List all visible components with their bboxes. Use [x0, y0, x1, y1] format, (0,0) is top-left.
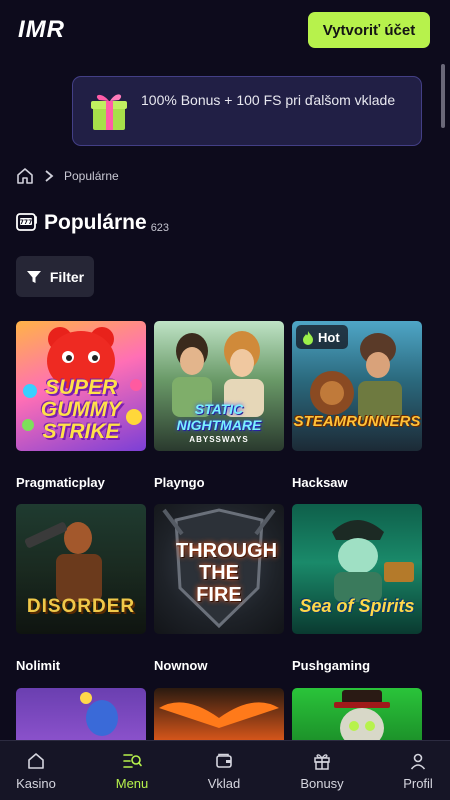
genie-art [80, 692, 118, 736]
hot-badge: Hot [296, 325, 348, 349]
hot-label: Hot [318, 329, 340, 345]
menu-search-icon [123, 753, 142, 768]
game-title: DISORDER [26, 596, 136, 617]
nav-label: Kasino [16, 775, 56, 791]
game-tile-through-the-fire[interactable]: THROUGH THE FIRE [154, 504, 284, 634]
filter-button[interactable]: Filter [16, 256, 94, 297]
game-title: THROUGH THE FIRE [176, 540, 278, 606]
game-count: 623 [150, 222, 170, 234]
game-subtitle: ABYSSWAYS [189, 435, 249, 444]
nav-label: Profil [403, 775, 433, 791]
logo[interactable]: IMR [18, 16, 65, 44]
nav-item-menu[interactable]: Menu [87, 741, 177, 800]
flame-icon [303, 330, 313, 345]
nav-label: Vklad [207, 775, 241, 791]
wallet-icon [216, 753, 232, 768]
bottom-nav: Kasino Menu Vklad Bonusy Profil [0, 740, 450, 800]
breadcrumb: Populárne [16, 166, 119, 186]
home-icon [28, 752, 44, 769]
nav-item-profil[interactable]: Profil [373, 741, 450, 800]
game-tile-super-gummy-strike[interactable]: SUPER GUMMY STRIKE [16, 321, 146, 451]
breadcrumb-current: Populárne [64, 169, 119, 183]
nav-label: Bonusy [300, 775, 344, 791]
home-icon[interactable] [16, 167, 34, 185]
game-title: Sea of Spirits [299, 596, 415, 616]
provider-label: Playngo [154, 475, 205, 490]
nav-item-bonusy[interactable]: Bonusy [277, 741, 367, 800]
svg-text:777: 777 [20, 219, 33, 226]
filter-label: Filter [49, 268, 85, 285]
gift-icon [314, 753, 330, 770]
header: IMR Vytvoriť účet [0, 0, 450, 62]
gift-box-icon [91, 94, 127, 130]
funnel-icon [26, 270, 41, 283]
nav-label: Menu [115, 775, 149, 791]
slot-machine-icon: 777 [16, 213, 37, 231]
provider-label: Hacksaw [292, 475, 348, 490]
game-tile-static-nightmare[interactable]: STATIC NIGHTMARE ABYSSWAYS [154, 321, 284, 451]
skull-art [334, 690, 390, 748]
provider-label: Pushgaming [292, 658, 371, 673]
game-tile-steamrunners[interactable]: Hot STEAMRUNNERS [292, 321, 422, 451]
provider-label: Nolimit [16, 658, 61, 673]
user-icon [410, 753, 426, 770]
page-header: 777 Populárne 623 [16, 211, 169, 235]
chevron-right-icon [45, 170, 54, 182]
game-title: STEAMRUNNERS [293, 413, 421, 430]
game-tile-disorder[interactable]: DISORDER [16, 504, 146, 634]
create-account-button[interactable]: Vytvoriť účet [308, 12, 430, 48]
fire-wings-art [159, 702, 279, 728]
scrollbar[interactable] [441, 64, 445, 128]
page-title: Populárne [44, 211, 147, 234]
game-tile-sea-of-spirits[interactable]: Sea of Spirits [292, 504, 422, 634]
game-title: STATIC NIGHTMARE [176, 401, 262, 433]
provider-label: Nownow [154, 658, 208, 673]
game-title: SUPER GUMMY STRIKE [40, 376, 122, 443]
nav-item-vklad[interactable]: Vklad [179, 741, 269, 800]
provider-label: Pragmaticplay [16, 475, 105, 490]
nav-item-kasino[interactable]: Kasino [0, 741, 81, 800]
promo-banner[interactable]: 100% Bonus + 100 FS pri ďalšom vklade [72, 76, 422, 146]
promo-text: 100% Bonus + 100 FS pri ďalšom vklade [141, 92, 396, 108]
